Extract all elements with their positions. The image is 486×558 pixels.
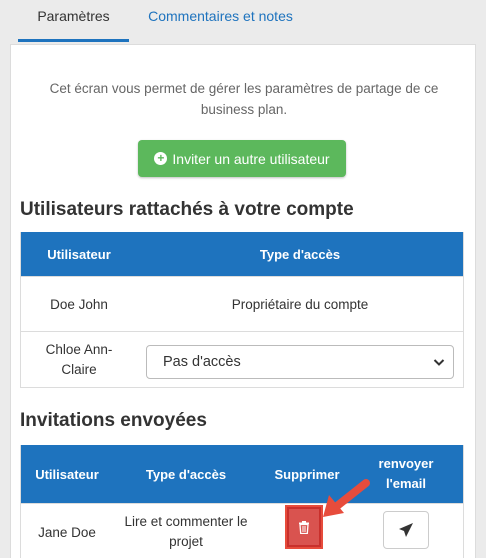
table-row: Doe John Propriétaire du compte: [21, 276, 463, 331]
annotation-arrow-icon: [323, 479, 370, 517]
users-table: Utilisateur Type d'accès Doe John Propri…: [20, 232, 464, 388]
trash-icon: [299, 520, 309, 534]
resend-email-button[interactable]: [383, 511, 429, 549]
invitations-table-header: Utilisateur Type d'accès Supprimer renvo…: [21, 445, 463, 503]
invitations-section-title: Invitations envoyées: [20, 410, 207, 431]
row-user: Jane Doe: [38, 524, 96, 540]
invite-user-button[interactable]: + Inviter un autre utilisateur: [138, 140, 346, 177]
tab-commentaires[interactable]: Commentaires et notes: [133, 0, 308, 42]
tab-bar: Paramètres Commentaires et notes: [0, 0, 486, 42]
paper-plane-icon: [399, 523, 413, 537]
delete-invitation-button[interactable]: [285, 505, 323, 549]
row-access: Propriétaire du compte: [231, 296, 369, 312]
invite-button-label: Inviter un autre utilisateur: [172, 150, 330, 167]
access-select[interactable]: Pas d'accès: [146, 345, 454, 379]
table-row: Chloe Ann-Claire Pas d'accès: [21, 331, 463, 388]
header-utilisateur: Utilisateur: [35, 466, 99, 482]
tab-parametres[interactable]: Paramètres: [18, 0, 129, 42]
header-type-acces: Type d'accès: [145, 466, 227, 482]
users-section-title: Utilisateurs rattachés à votre compte: [20, 199, 354, 220]
row-user: Chloe Ann-Claire: [45, 342, 113, 377]
chevron-down-icon: [433, 359, 445, 366]
header-utilisateur: Utilisateur: [47, 246, 111, 262]
settings-panel: Cet écran vous permet de gérer les param…: [10, 44, 476, 558]
intro-text: Cet écran vous permet de gérer les param…: [49, 81, 439, 117]
header-type-acces: Type d'accès: [259, 246, 341, 262]
row-user: Doe John: [50, 296, 108, 312]
access-select-value: Pas d'accès: [163, 354, 241, 370]
users-table-header: Utilisateur Type d'accès: [21, 232, 463, 276]
plus-circle-icon: +: [154, 152, 168, 165]
row-access: Lire et commenter le projet: [124, 514, 248, 549]
